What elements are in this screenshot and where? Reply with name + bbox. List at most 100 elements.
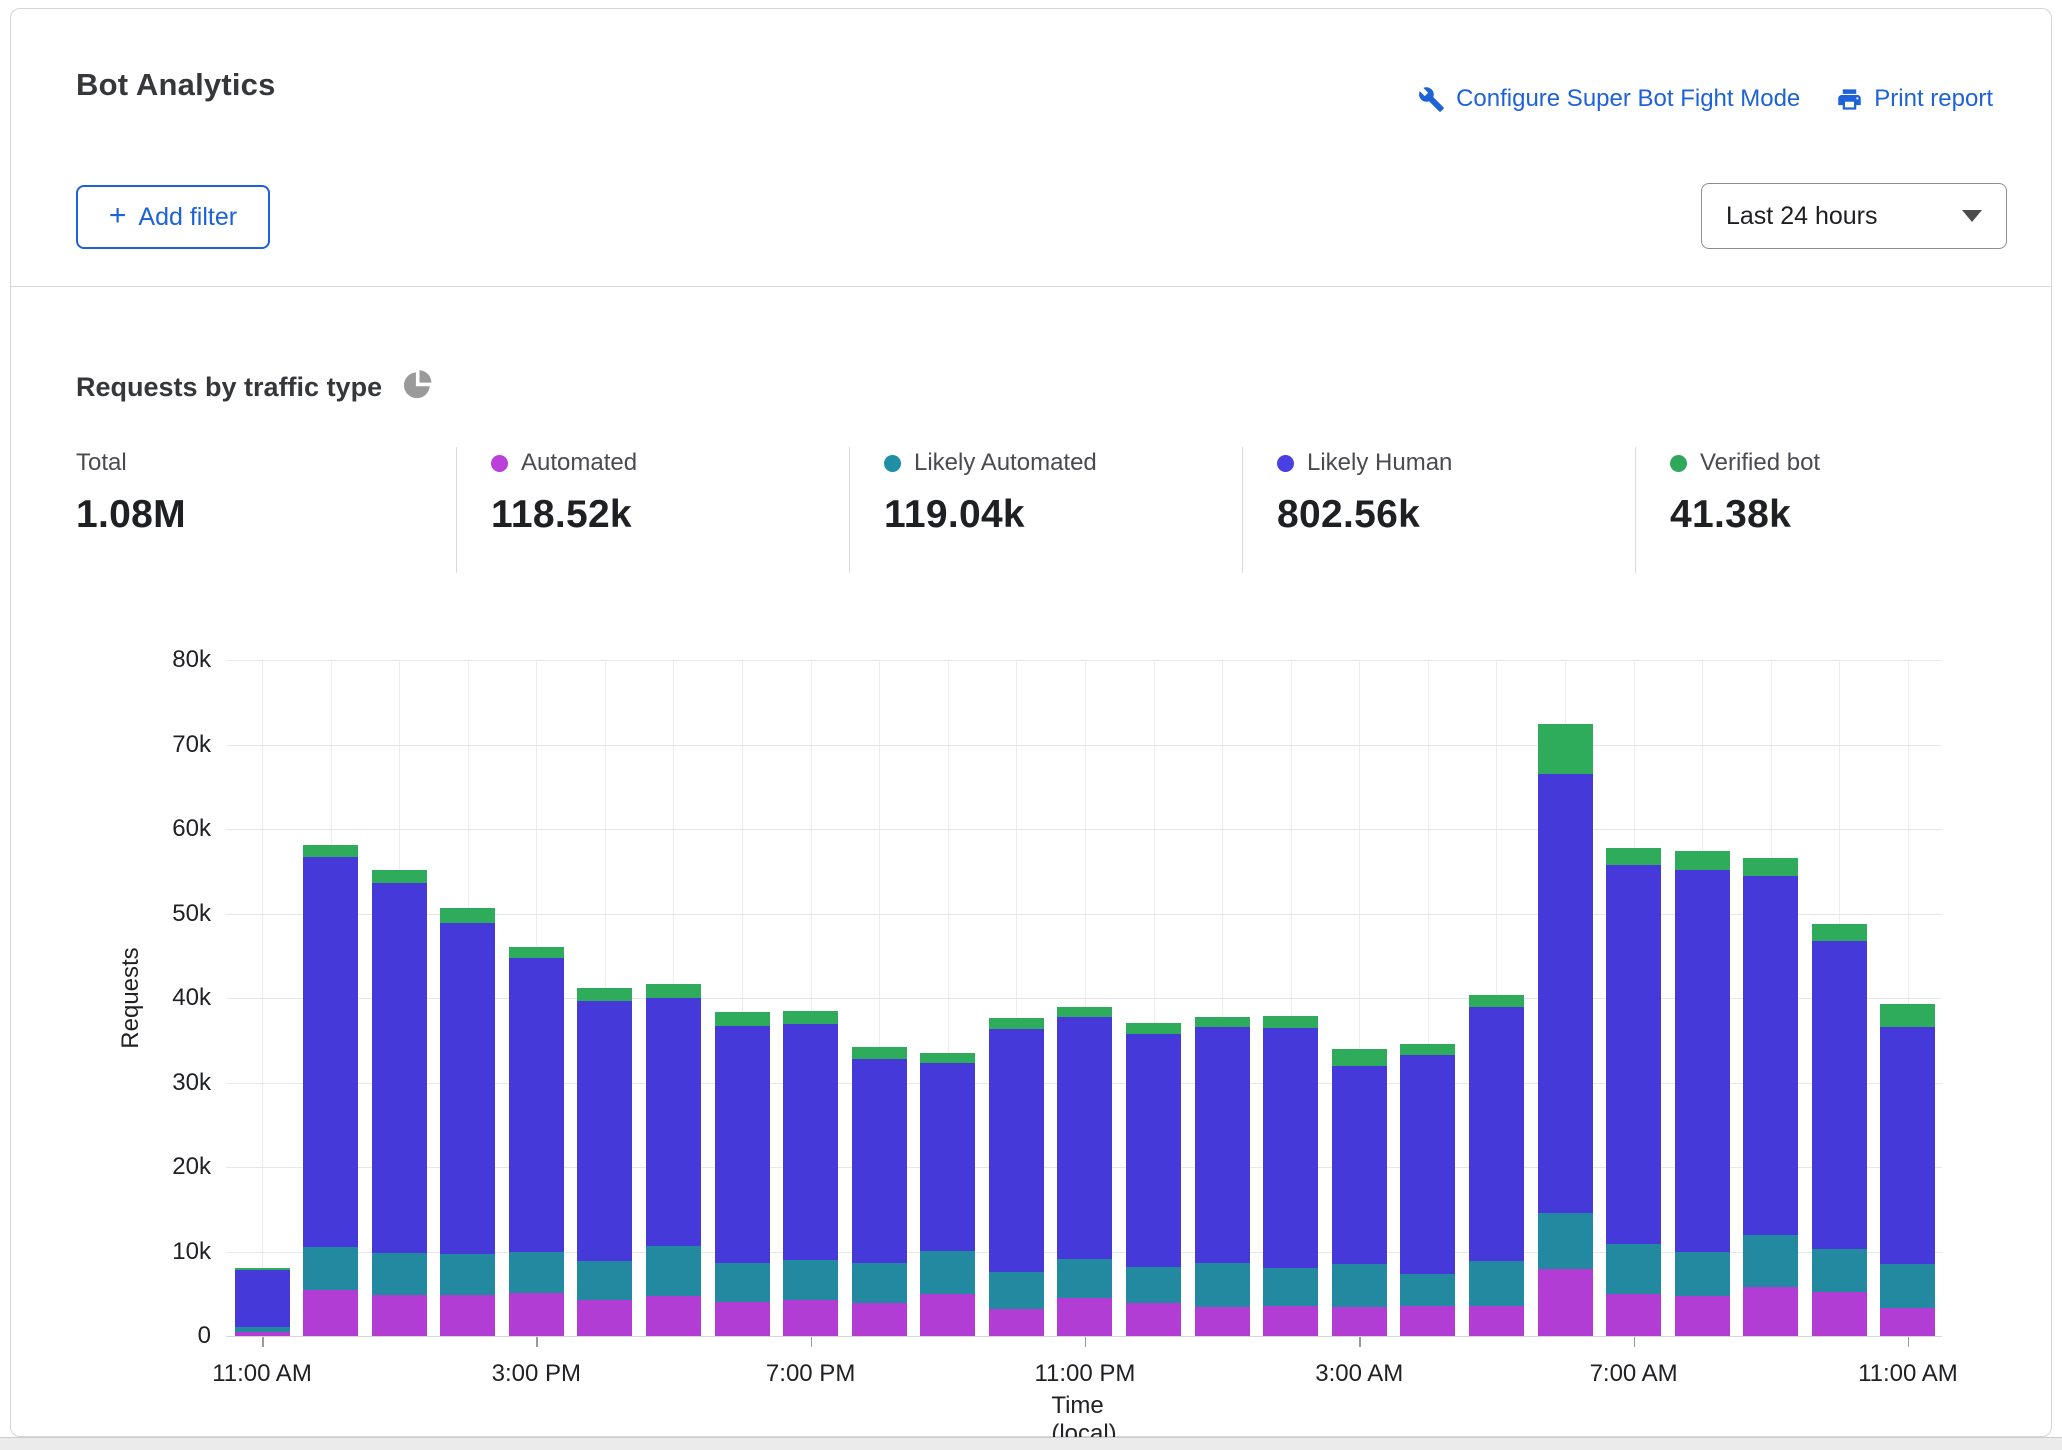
bar-segment xyxy=(852,1047,907,1059)
bar[interactable] xyxy=(1400,1044,1455,1336)
stat-label: Automated xyxy=(521,449,637,477)
horizontal-gridline xyxy=(226,829,1942,830)
bar[interactable] xyxy=(1469,995,1524,1336)
bar[interactable] xyxy=(1332,1049,1387,1336)
bar-segment xyxy=(372,883,427,1253)
configure-super-bot-fight-mode-link[interactable]: Configure Super Bot Fight Mode xyxy=(1418,85,1800,113)
bar-segment xyxy=(1812,1292,1867,1336)
stats-row: Total 1.08M Automated 118.52k Likely Aut… xyxy=(11,447,2053,573)
pie-chart-icon xyxy=(400,367,436,408)
bar-segment xyxy=(1263,1268,1318,1306)
stat-value: 41.38k xyxy=(1670,493,1820,537)
stat-label: Likely Human xyxy=(1307,449,1452,477)
bar-segment xyxy=(1538,1213,1593,1270)
bar-segment xyxy=(1400,1044,1455,1056)
bar-segment xyxy=(1675,870,1730,1253)
bar[interactable] xyxy=(235,1268,290,1336)
bar[interactable] xyxy=(1195,1017,1250,1336)
bar-segment xyxy=(1880,1264,1935,1308)
x-tick-label: 11:00 AM xyxy=(1858,1360,1958,1388)
bar-segment xyxy=(989,1018,1044,1029)
bar[interactable] xyxy=(1812,924,1867,1336)
time-range-dropdown[interactable]: Last 24 hours xyxy=(1701,183,2007,249)
bar-segment xyxy=(989,1309,1044,1336)
likely-automated-dot xyxy=(884,455,901,472)
bar[interactable] xyxy=(1057,1007,1112,1336)
bar-segment xyxy=(577,988,632,1002)
bar-segment xyxy=(1126,1267,1181,1303)
bar[interactable] xyxy=(646,984,701,1336)
bar-segment xyxy=(1880,1027,1935,1264)
add-filter-button[interactable]: + Add filter xyxy=(76,185,270,249)
bar-segment xyxy=(920,1294,975,1336)
bar-segment xyxy=(1812,924,1867,942)
bar-segment xyxy=(372,1253,427,1294)
page-bottom-strip xyxy=(0,1437,2062,1450)
stat-verified-bot: Verified bot 41.38k xyxy=(1670,447,1820,537)
bar-segment xyxy=(646,984,701,998)
y-tick-label: 20k xyxy=(121,1153,211,1181)
bar[interactable] xyxy=(1538,724,1593,1336)
plus-icon: + xyxy=(109,201,127,231)
bar-segment xyxy=(577,1261,632,1300)
bar-segment xyxy=(1400,1274,1455,1306)
add-filter-label: Add filter xyxy=(138,203,237,232)
bar[interactable] xyxy=(1675,851,1730,1336)
print-report-link[interactable]: Print report xyxy=(1836,85,1993,113)
bar[interactable] xyxy=(920,1053,975,1336)
bar[interactable] xyxy=(577,988,632,1336)
bar-segment xyxy=(1057,1017,1112,1260)
bar[interactable] xyxy=(715,1012,770,1336)
bot-analytics-card: Bot Analytics Configure Super Bot Fight … xyxy=(10,8,2052,1437)
bar-segment xyxy=(440,923,495,1254)
bar-segment xyxy=(1743,1235,1798,1287)
bar[interactable] xyxy=(509,947,564,1336)
bar[interactable] xyxy=(372,870,427,1336)
bar[interactable] xyxy=(440,908,495,1336)
bar[interactable] xyxy=(989,1018,1044,1336)
bar-segment xyxy=(1057,1259,1112,1298)
bar-segment xyxy=(1606,1244,1661,1294)
bar-segment xyxy=(1195,1027,1250,1263)
header-divider xyxy=(11,286,2051,287)
bar[interactable] xyxy=(852,1047,907,1336)
bar-segment xyxy=(1675,1296,1730,1336)
wrench-icon xyxy=(1418,86,1445,113)
bar-segment xyxy=(1880,1308,1935,1336)
bar-segment xyxy=(1606,865,1661,1244)
x-tick-mark xyxy=(1908,1337,1910,1347)
bar[interactable] xyxy=(1263,1016,1318,1336)
bar-segment xyxy=(1812,1249,1867,1292)
print-link-label: Print report xyxy=(1874,85,1993,113)
stat-total: Total 1.08M xyxy=(76,447,186,537)
bar-segment xyxy=(1538,774,1593,1213)
likely-human-dot xyxy=(1277,455,1294,472)
bar-segment xyxy=(1332,1049,1387,1066)
bar-segment xyxy=(440,1295,495,1336)
bar-segment xyxy=(920,1053,975,1063)
bar-segment xyxy=(1057,1007,1112,1016)
x-tick-mark xyxy=(1359,1337,1361,1347)
bar-segment xyxy=(303,857,358,1247)
bar[interactable] xyxy=(1743,858,1798,1336)
bar-segment xyxy=(577,1300,632,1336)
bar-segment xyxy=(1400,1306,1455,1336)
bar-segment xyxy=(372,870,427,884)
bar[interactable] xyxy=(303,845,358,1336)
bar[interactable] xyxy=(1880,1004,1935,1336)
y-tick-label: 10k xyxy=(121,1238,211,1266)
bar-segment xyxy=(1195,1017,1250,1027)
bar-segment xyxy=(1469,995,1524,1007)
bar[interactable] xyxy=(1606,848,1661,1336)
y-tick-label: 50k xyxy=(121,900,211,928)
stat-label: Verified bot xyxy=(1700,449,1820,477)
bar-segment xyxy=(1263,1028,1318,1267)
bar-segment xyxy=(1538,724,1593,774)
section-title: Requests by traffic type xyxy=(76,372,382,403)
bar-segment xyxy=(1332,1307,1387,1336)
bar-segment xyxy=(1469,1007,1524,1261)
bar[interactable] xyxy=(1126,1023,1181,1336)
bar[interactable] xyxy=(783,1011,838,1336)
header-links: Configure Super Bot Fight Mode Print rep… xyxy=(1418,85,1993,113)
bar-segment xyxy=(1743,858,1798,876)
